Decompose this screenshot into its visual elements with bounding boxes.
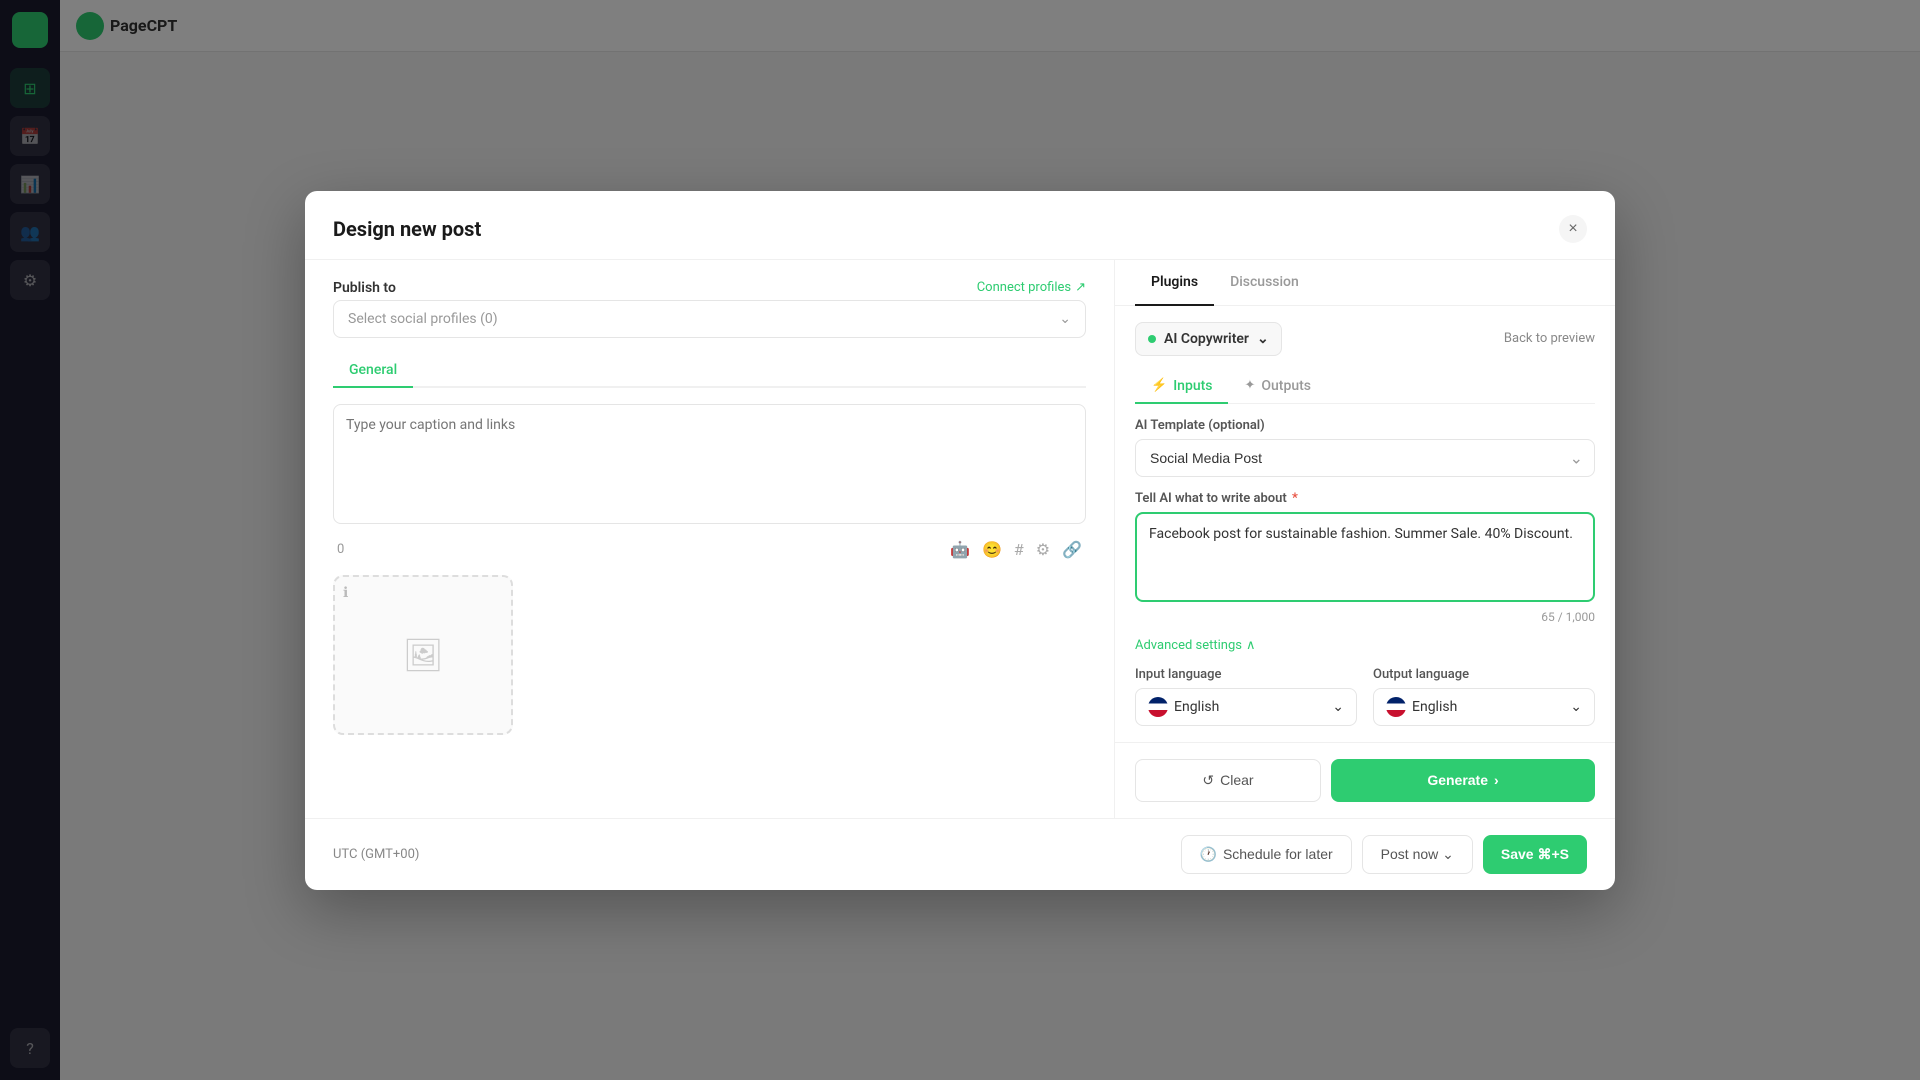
connect-profiles-text: Connect profiles bbox=[977, 280, 1071, 295]
ai-template-field: AI Template (optional) Social Media Post bbox=[1135, 418, 1595, 477]
inputs-outputs-tabs: ⚡ Inputs ✦ Outputs bbox=[1135, 370, 1595, 404]
write-about-char-count: 65 / 1,000 bbox=[1135, 610, 1595, 624]
profiles-select[interactable]: Select social profiles (0) ⌄ bbox=[333, 300, 1086, 338]
lang-chevron-down-icon-2: ⌄ bbox=[1570, 699, 1582, 715]
advanced-settings-link[interactable]: Advanced settings ∧ bbox=[1135, 638, 1595, 653]
uk-flag-icon-2 bbox=[1386, 697, 1406, 717]
modal-header: Design new post × bbox=[305, 191, 1615, 260]
plugin-active-dot bbox=[1148, 335, 1156, 343]
write-about-label: Tell AI what to write about * bbox=[1135, 491, 1595, 506]
caption-textarea[interactable] bbox=[333, 404, 1086, 524]
caption-icons: 🤖 😊 # ⚙ 🔗 bbox=[950, 540, 1082, 559]
info-icon: ℹ bbox=[343, 585, 348, 601]
image-placeholder-icon: 🖼 bbox=[403, 636, 444, 674]
input-language-select[interactable]: English ⌄ bbox=[1135, 688, 1357, 726]
media-upload-area[interactable]: ℹ 🖼 bbox=[333, 575, 513, 735]
advanced-settings-label: Advanced settings bbox=[1135, 638, 1242, 653]
refresh-icon: ↺ bbox=[1202, 772, 1214, 789]
generate-arrow-icon: › bbox=[1494, 772, 1499, 788]
link-icon[interactable]: 🔗 bbox=[1062, 540, 1082, 559]
tab-outputs[interactable]: ✦ Outputs bbox=[1228, 370, 1327, 404]
tab-general[interactable]: General bbox=[333, 354, 413, 388]
input-language-value: English bbox=[1174, 699, 1219, 715]
input-language-col: Input language English ⌄ bbox=[1135, 667, 1357, 726]
post-now-label: Post now bbox=[1381, 846, 1439, 862]
hashtag-icon[interactable]: # bbox=[1014, 540, 1024, 559]
outputs-icon: ✦ bbox=[1244, 378, 1255, 393]
post-tabs: General bbox=[333, 354, 1086, 388]
publish-to-header: Publish to Connect profiles ↗ bbox=[333, 280, 1086, 296]
ai-template-select[interactable]: Social Media Post bbox=[1135, 439, 1595, 477]
publish-to-label: Publish to bbox=[333, 280, 396, 296]
modal-footer: UTC (GMT+00) 🕐 Schedule for later Post n… bbox=[305, 818, 1615, 890]
emoji-icon[interactable]: 😊 bbox=[982, 540, 1002, 559]
plugin-selector-row: AI Copywriter ⌄ Back to preview bbox=[1135, 322, 1595, 356]
input-lang-flag: English bbox=[1148, 697, 1219, 717]
right-panel: Plugins Discussion AI Copywriter ⌄ Back … bbox=[1115, 260, 1615, 818]
plugin-selector[interactable]: AI Copywriter ⌄ bbox=[1135, 322, 1282, 356]
output-lang-flag: English bbox=[1386, 697, 1457, 717]
ai-template-label: AI Template (optional) bbox=[1135, 418, 1595, 433]
settings-caption-icon[interactable]: ⚙ bbox=[1036, 540, 1050, 559]
write-about-textarea[interactable]: Facebook post for sustainable fashion. S… bbox=[1135, 512, 1595, 602]
tab-plugins[interactable]: Plugins bbox=[1135, 260, 1214, 306]
inputs-label: Inputs bbox=[1173, 378, 1212, 394]
output-language-select[interactable]: English ⌄ bbox=[1373, 688, 1595, 726]
modal-close-button[interactable]: × bbox=[1559, 215, 1587, 243]
modal-body: Publish to Connect profiles ↗ Select soc… bbox=[305, 260, 1615, 818]
clear-label: Clear bbox=[1220, 772, 1253, 788]
design-post-modal: Design new post × Publish to Connect pro… bbox=[305, 191, 1615, 890]
modal-overlay: Design new post × Publish to Connect pro… bbox=[0, 0, 1920, 1080]
clear-button[interactable]: ↺ Clear bbox=[1135, 759, 1321, 802]
generate-button[interactable]: Generate › bbox=[1331, 759, 1595, 802]
post-now-button[interactable]: Post now ⌄ bbox=[1362, 835, 1473, 874]
write-about-field: Tell AI what to write about * Facebook p… bbox=[1135, 491, 1595, 624]
inputs-icon: ⚡ bbox=[1151, 378, 1167, 393]
footer-actions: 🕐 Schedule for later Post now ⌄ Save ⌘+S bbox=[1181, 835, 1588, 874]
plugin-tabs: Plugins Discussion bbox=[1115, 260, 1615, 306]
plugin-chevron-icon: ⌄ bbox=[1257, 331, 1269, 347]
lang-chevron-down-icon: ⌄ bbox=[1332, 699, 1344, 715]
ai-icon[interactable]: 🤖 bbox=[950, 540, 970, 559]
back-to-preview-link[interactable]: Back to preview bbox=[1504, 331, 1595, 346]
schedule-button[interactable]: 🕐 Schedule for later bbox=[1181, 835, 1352, 874]
char-count: 0 bbox=[337, 542, 344, 557]
save-button[interactable]: Save ⌘+S bbox=[1483, 835, 1587, 874]
tab-discussion[interactable]: Discussion bbox=[1214, 260, 1315, 306]
plugin-content: AI Copywriter ⌄ Back to preview ⚡ Inputs… bbox=[1115, 306, 1615, 742]
clock-icon: 🕐 bbox=[1200, 846, 1217, 863]
outputs-label: Outputs bbox=[1261, 378, 1311, 394]
chevron-up-icon: ∧ bbox=[1246, 638, 1256, 653]
output-language-label: Output language bbox=[1373, 667, 1595, 682]
language-row: Input language English ⌄ Output language bbox=[1135, 667, 1595, 726]
connect-profiles-link[interactable]: Connect profiles ↗ bbox=[977, 280, 1086, 295]
schedule-label: Schedule for later bbox=[1223, 846, 1333, 862]
caption-toolbar: 0 🤖 😊 # ⚙ 🔗 bbox=[333, 540, 1086, 559]
profiles-placeholder: Select social profiles (0) bbox=[348, 311, 498, 327]
plugin-actions: ↺ Clear Generate › bbox=[1115, 742, 1615, 818]
input-language-label: Input language bbox=[1135, 667, 1357, 682]
modal-title: Design new post bbox=[333, 217, 481, 241]
left-panel: Publish to Connect profiles ↗ Select soc… bbox=[305, 260, 1115, 818]
post-chevron-icon: ⌄ bbox=[1442, 846, 1454, 862]
output-language-col: Output language English ⌄ bbox=[1373, 667, 1595, 726]
timezone-label: UTC (GMT+00) bbox=[333, 847, 419, 862]
chevron-down-icon: ⌄ bbox=[1059, 311, 1071, 327]
plugin-name: AI Copywriter bbox=[1164, 331, 1249, 347]
external-link-icon: ↗ bbox=[1075, 280, 1086, 295]
tab-inputs[interactable]: ⚡ Inputs bbox=[1135, 370, 1228, 404]
output-language-value: English bbox=[1412, 699, 1457, 715]
generate-label: Generate bbox=[1427, 772, 1488, 788]
uk-flag-icon bbox=[1148, 697, 1168, 717]
save-label: Save ⌘+S bbox=[1501, 846, 1569, 862]
template-select-wrapper: Social Media Post bbox=[1135, 439, 1595, 477]
